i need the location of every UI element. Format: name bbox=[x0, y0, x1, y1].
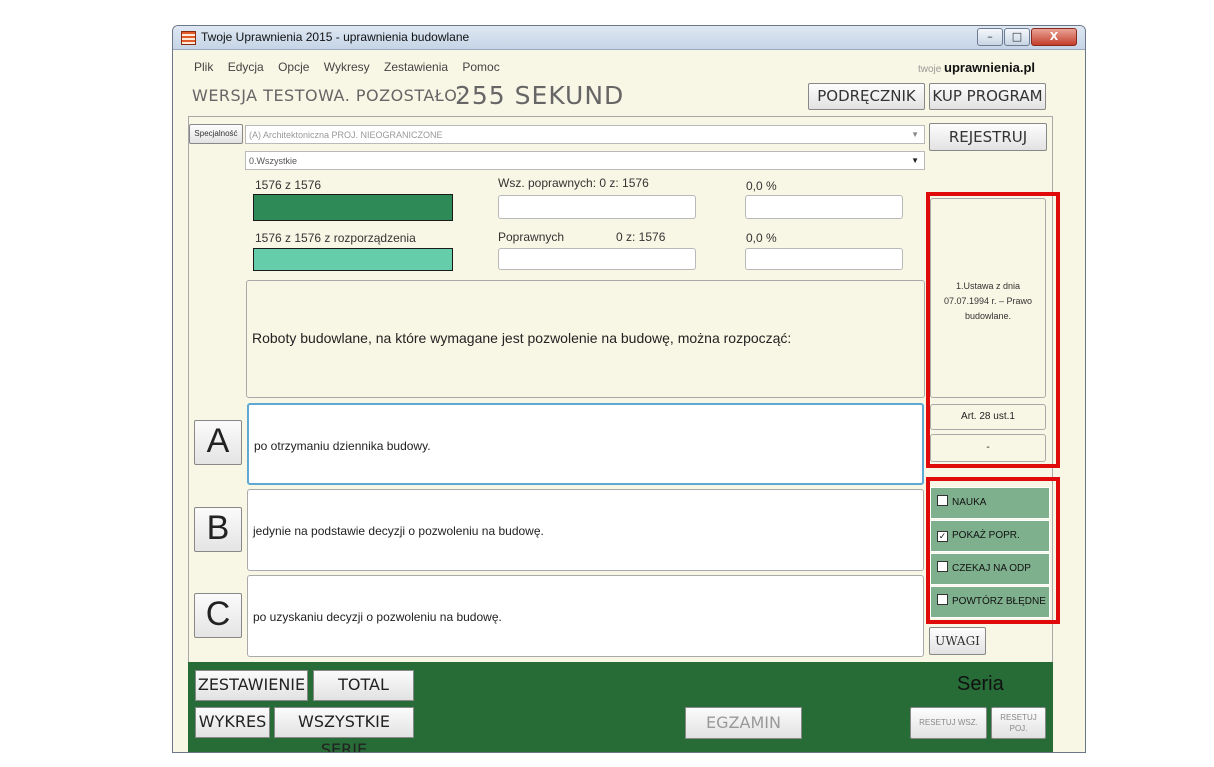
show-correct-checkbox[interactable]: ✓ bbox=[937, 531, 948, 542]
title-bar[interactable]: Twoje Uprawnienia 2015 - uprawnienia bud… bbox=[173, 26, 1085, 50]
series-title: Seria bbox=[957, 673, 1004, 695]
specialty-value: (A) Architektoniczna PROJ. NIEOGRANICZON… bbox=[249, 130, 443, 140]
category-select[interactable]: 0.Wszystkie ▼ bbox=[245, 151, 925, 170]
menu-bar: Plik Edycja Opcje Wykresy Zestawienia Po… bbox=[194, 60, 511, 74]
wait-answer-label: CZEKAJ NA ODP bbox=[952, 563, 1031, 574]
trial-label: WERSJA TESTOWA. POZOSTAŁO: bbox=[192, 86, 463, 105]
remarks-button[interactable]: UWAGI bbox=[929, 627, 986, 655]
app-icon bbox=[181, 31, 196, 45]
reset-single-button[interactable]: RESETUJ POJ. bbox=[991, 707, 1046, 739]
menu-item-plik[interactable]: Plik bbox=[194, 60, 213, 74]
option-repeat-wrong[interactable]: POWTÓRZ BŁĘDNE bbox=[930, 586, 1050, 618]
correct-percent-field bbox=[745, 248, 903, 270]
all-series-button[interactable]: WSZYSTKIE SERIE bbox=[274, 707, 414, 752]
answer-c-box[interactable]: po uzyskaniu decyzji o pozwoleniu na bud… bbox=[247, 575, 924, 657]
total-button[interactable]: TOTAL bbox=[313, 670, 414, 701]
menu-item-opcje[interactable]: Opcje bbox=[278, 60, 309, 74]
menu-item-pomoc[interactable]: Pomoc bbox=[462, 60, 499, 74]
correct-label: Poprawnych bbox=[498, 230, 565, 244]
option-show-correct[interactable]: ✓ POKAŻ POPR. bbox=[930, 520, 1050, 552]
exam-button[interactable]: EGZAMIN bbox=[685, 707, 802, 739]
brand-prefix: twoje bbox=[918, 64, 942, 75]
question-panel: Roboty budowlane, na które wymagane jest… bbox=[246, 280, 925, 398]
reset-all-button[interactable]: RESETUJ WSZ. bbox=[910, 707, 987, 739]
summary-button[interactable]: ZESTAWIENIE bbox=[195, 670, 308, 701]
chart-button[interactable]: WYKRES bbox=[195, 707, 270, 738]
option-learn[interactable]: NAUKA bbox=[930, 487, 1050, 519]
manual-button[interactable]: PODRĘCZNIK bbox=[808, 83, 925, 110]
regulation-progress-fill bbox=[254, 249, 452, 270]
correct-all-label: Wsz. poprawnych: 0 z: 1576 bbox=[498, 176, 649, 190]
regulation-count-label: 1576 z 1576 z rozporządzenia bbox=[255, 231, 416, 245]
specialty-select[interactable]: (A) Architektoniczna PROJ. NIEOGRANICZON… bbox=[245, 125, 925, 144]
app-window: Twoje Uprawnienia 2015 - uprawnienia bud… bbox=[172, 25, 1086, 753]
correct-count: 0 z: 1576 bbox=[616, 230, 666, 244]
answer-b-box[interactable]: jedynie na podstawie decyzji o pozwoleni… bbox=[247, 489, 924, 571]
total-progress-bar bbox=[253, 194, 453, 221]
category-value: 0.Wszystkie bbox=[249, 156, 298, 166]
chevron-down-icon: ▼ bbox=[911, 156, 919, 165]
menu-item-zestawienia[interactable]: Zestawienia bbox=[384, 60, 448, 74]
brand-name: uprawnienia.pl bbox=[944, 60, 1036, 75]
menu-item-wykresy[interactable]: Wykresy bbox=[324, 60, 370, 74]
correct-all-percent-field bbox=[745, 195, 903, 219]
note-field: - bbox=[930, 434, 1046, 462]
option-wait-answer[interactable]: CZEKAJ NA ODP bbox=[930, 553, 1050, 585]
minimize-button[interactable]: – bbox=[977, 28, 1003, 46]
answer-b-button[interactable]: B bbox=[194, 507, 242, 552]
remaining-seconds: 255 SEKUND bbox=[455, 81, 625, 110]
buy-program-button[interactable]: KUP PROGRAM bbox=[929, 83, 1046, 110]
regulation-progress-bar bbox=[253, 248, 453, 271]
answer-a-box[interactable]: po otrzymaniu dziennika budowy. bbox=[247, 403, 924, 485]
correct-all-field bbox=[498, 195, 696, 219]
wait-answer-checkbox[interactable] bbox=[937, 561, 948, 572]
window-title: Twoje Uprawnienia 2015 - uprawnienia bud… bbox=[201, 30, 470, 44]
learn-label: NAUKA bbox=[952, 497, 987, 508]
maximize-button[interactable]: □ bbox=[1004, 28, 1030, 46]
chevron-down-icon: ▼ bbox=[911, 130, 919, 139]
answer-c-text: po uzyskaniu decyzji o pozwoleniu na bud… bbox=[253, 610, 502, 624]
answer-c-button[interactable]: C bbox=[194, 593, 242, 638]
specialty-button[interactable]: Specjalność bbox=[189, 124, 243, 144]
answer-a-button[interactable]: A bbox=[194, 420, 242, 465]
correct-field bbox=[498, 248, 696, 270]
show-correct-label: POKAŻ POPR. bbox=[952, 530, 1020, 541]
repeat-wrong-label: POWTÓRZ BŁĘDNE bbox=[952, 596, 1046, 607]
answer-a-text: po otrzymaniu dziennika budowy. bbox=[254, 439, 431, 453]
law-text: 1.Ustawa z dnia 07.07.1994 r. – Prawo bu… bbox=[943, 281, 1033, 321]
total-count-label: 1576 z 1576 bbox=[255, 178, 322, 192]
menu-item-edycja[interactable]: Edycja bbox=[228, 60, 264, 74]
article-field: Art. 28 ust.1 bbox=[930, 404, 1046, 430]
correct-percent: 0,0 % bbox=[746, 231, 777, 245]
repeat-wrong-checkbox[interactable] bbox=[937, 594, 948, 605]
correct-all-percent: 0,0 % bbox=[746, 179, 777, 193]
learn-checkbox[interactable] bbox=[937, 495, 948, 506]
total-progress-fill bbox=[254, 195, 452, 220]
check-icon: ✓ bbox=[938, 531, 947, 541]
close-button[interactable]: X bbox=[1031, 28, 1077, 46]
register-button[interactable]: REJESTRUJ bbox=[929, 123, 1047, 151]
law-panel: 1.Ustawa z dnia 07.07.1994 r. – Prawo bu… bbox=[930, 198, 1046, 398]
answer-b-text: jedynie na podstawie decyzji o pozwoleni… bbox=[253, 524, 544, 538]
question-text: Roboty budowlane, na które wymagane jest… bbox=[252, 330, 792, 346]
